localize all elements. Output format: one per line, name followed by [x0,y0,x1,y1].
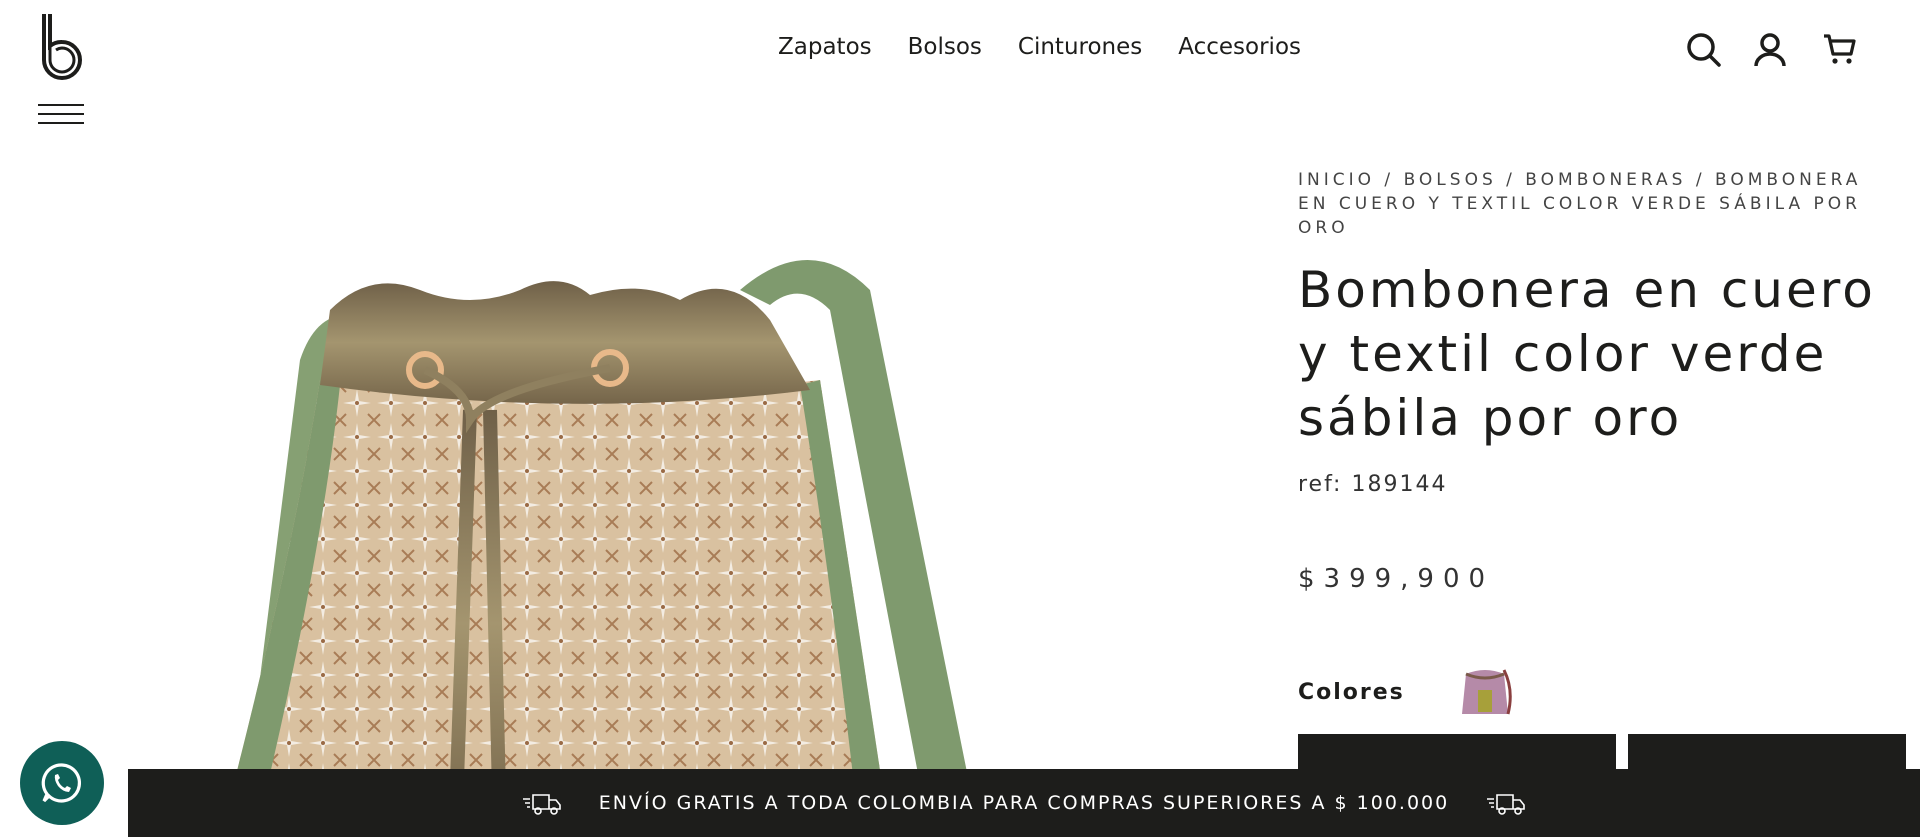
breadcrumb-bolsos[interactable]: BOLSOS [1404,170,1497,190]
breadcrumb-separator: / [1686,170,1716,190]
product-price: $399,900 [1298,564,1495,594]
nav-accesorios[interactable]: Accesorios [1178,34,1301,60]
breadcrumb-separator: / [1496,170,1526,190]
shipping-banner: ENVÍO GRATIS A TODA COLOMBIA PARA COMPRA… [128,769,1920,837]
breadcrumb-separator: / [1375,170,1404,190]
user-icon[interactable] [1752,32,1788,68]
color-swatch[interactable] [1456,660,1514,718]
nav-zapatos[interactable]: Zapatos [778,34,872,60]
breadcrumb-inicio[interactable]: INICIO [1298,170,1375,190]
menu-line [38,104,84,106]
menu-icon[interactable] [38,104,84,126]
brand-logo[interactable] [38,12,86,84]
search-icon[interactable] [1686,32,1722,68]
product-ref: ref: 189144 [1298,472,1448,497]
breadcrumb: INICIO / BOLSOS / BOMBONERAS / BOMBONERA… [1298,168,1898,240]
whatsapp-icon [41,763,82,803]
product-title: Bombonera en cuero y textil color verde … [1298,261,1876,447]
shipping-text: ENVÍO GRATIS A TODA COLOMBIA PARA COMPRA… [598,792,1450,814]
nav-bolsos[interactable]: Bolsos [908,34,982,60]
colors-label: Colores [1298,680,1405,705]
main-nav: Zapatos Bolsos Cinturones Accesorios [778,34,1337,60]
truck-icon [522,794,561,815]
whatsapp-button[interactable] [20,741,104,825]
truck-icon [1487,794,1526,815]
breadcrumb-bomboneras[interactable]: BOMBONERAS [1525,170,1686,190]
menu-line [38,122,84,124]
menu-line [38,113,84,115]
cart-icon[interactable] [1822,32,1858,68]
nav-cinturones[interactable]: Cinturones [1018,34,1142,60]
product-image[interactable] [170,250,1030,837]
